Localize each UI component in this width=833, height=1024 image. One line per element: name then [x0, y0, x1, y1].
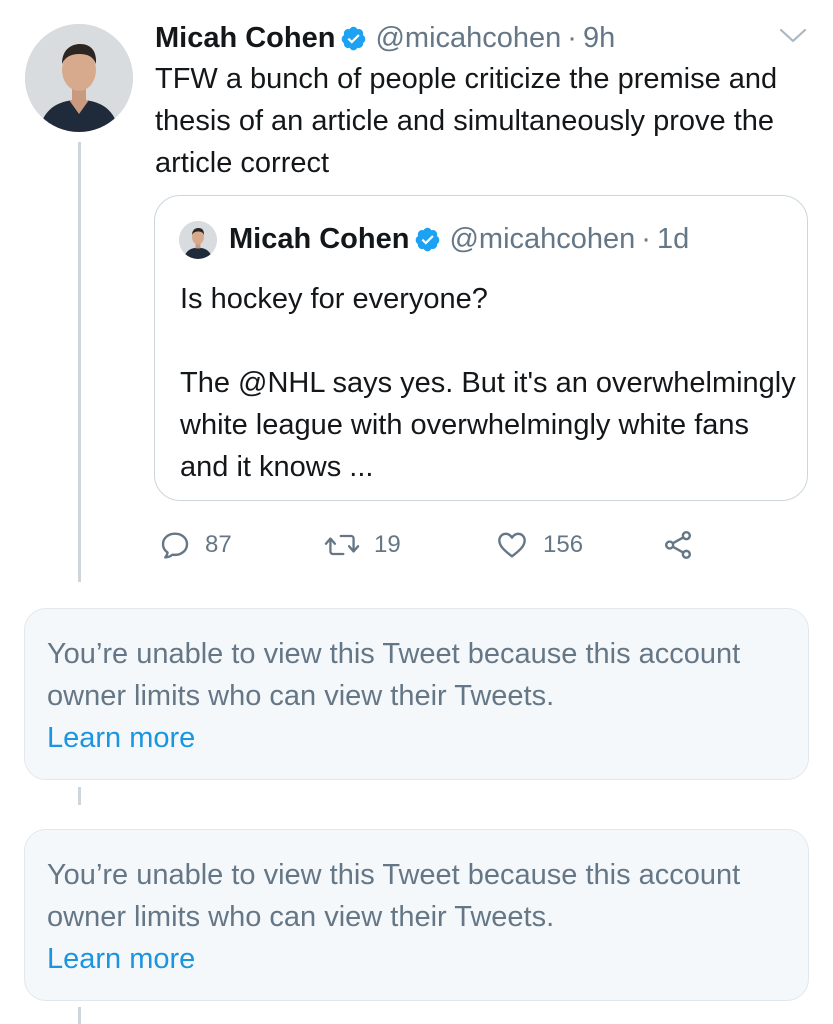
chevron-down-icon[interactable] [778, 26, 808, 46]
separator-dot: · [567, 21, 577, 54]
thread-line [78, 787, 81, 805]
learn-more-link[interactable]: Learn more [47, 938, 787, 980]
reply-count: 87 [205, 531, 232, 558]
restricted-message: You’re unable to view this Tweet because… [47, 859, 741, 933]
share-button[interactable] [663, 523, 695, 567]
quoted-text-line: The @NHL says yes. But it's an overwhelm… [180, 367, 796, 483]
heart-icon [495, 529, 529, 561]
retweet-count: 19 [374, 531, 401, 558]
restricted-tweet-notice: You’re unable to view this Tweet because… [24, 608, 809, 780]
quoted-text: Is hockey for everyone? The @NHL says ye… [180, 278, 800, 488]
avatar[interactable] [25, 24, 133, 132]
tweet-text: TFW a bunch of people criticize the prem… [155, 63, 778, 179]
restricted-notice-text: You’re unable to view this Tweet because… [47, 854, 787, 980]
retweet-button[interactable]: 19 [324, 523, 401, 567]
retweet-icon [324, 529, 360, 561]
timestamp[interactable]: 9h [583, 22, 615, 55]
quoted-tweet[interactable]: Micah Cohen @micahcohen · 1d Is hockey f… [154, 195, 808, 501]
quoted-display-name: Micah Cohen [229, 222, 410, 255]
restricted-notice-text: You’re unable to view this Tweet because… [47, 633, 787, 759]
quoted-avatar [179, 221, 217, 259]
separator-dot: · [641, 222, 651, 255]
quoted-header: Micah Cohen @micahcohen · 1d [229, 218, 689, 260]
restricted-message: You’re unable to view this Tweet because… [47, 638, 741, 712]
handle[interactable]: @micahcohen [375, 22, 561, 55]
thread-line [78, 1007, 81, 1024]
like-button[interactable]: 156 [495, 523, 583, 567]
display-name[interactable]: Micah Cohen [155, 22, 335, 55]
tweet-header: Micah Cohen @micahcohen · 9h [155, 16, 615, 60]
tweet-actions: 87 19 156 [155, 523, 775, 567]
quoted-handle: @micahcohen [449, 222, 636, 255]
like-count: 156 [543, 531, 584, 558]
reply-icon [159, 529, 191, 561]
learn-more-link[interactable]: Learn more [47, 717, 787, 759]
quoted-text-line: Is hockey for everyone? [180, 283, 488, 315]
quoted-timestamp: 1d [656, 222, 690, 255]
restricted-tweet-notice: You’re unable to view this Tweet because… [24, 829, 809, 1001]
verified-badge-icon [340, 25, 367, 52]
thread-line [78, 142, 81, 582]
reply-button[interactable]: 87 [159, 523, 232, 567]
share-icon [663, 529, 695, 561]
verified-badge-icon [414, 226, 441, 253]
